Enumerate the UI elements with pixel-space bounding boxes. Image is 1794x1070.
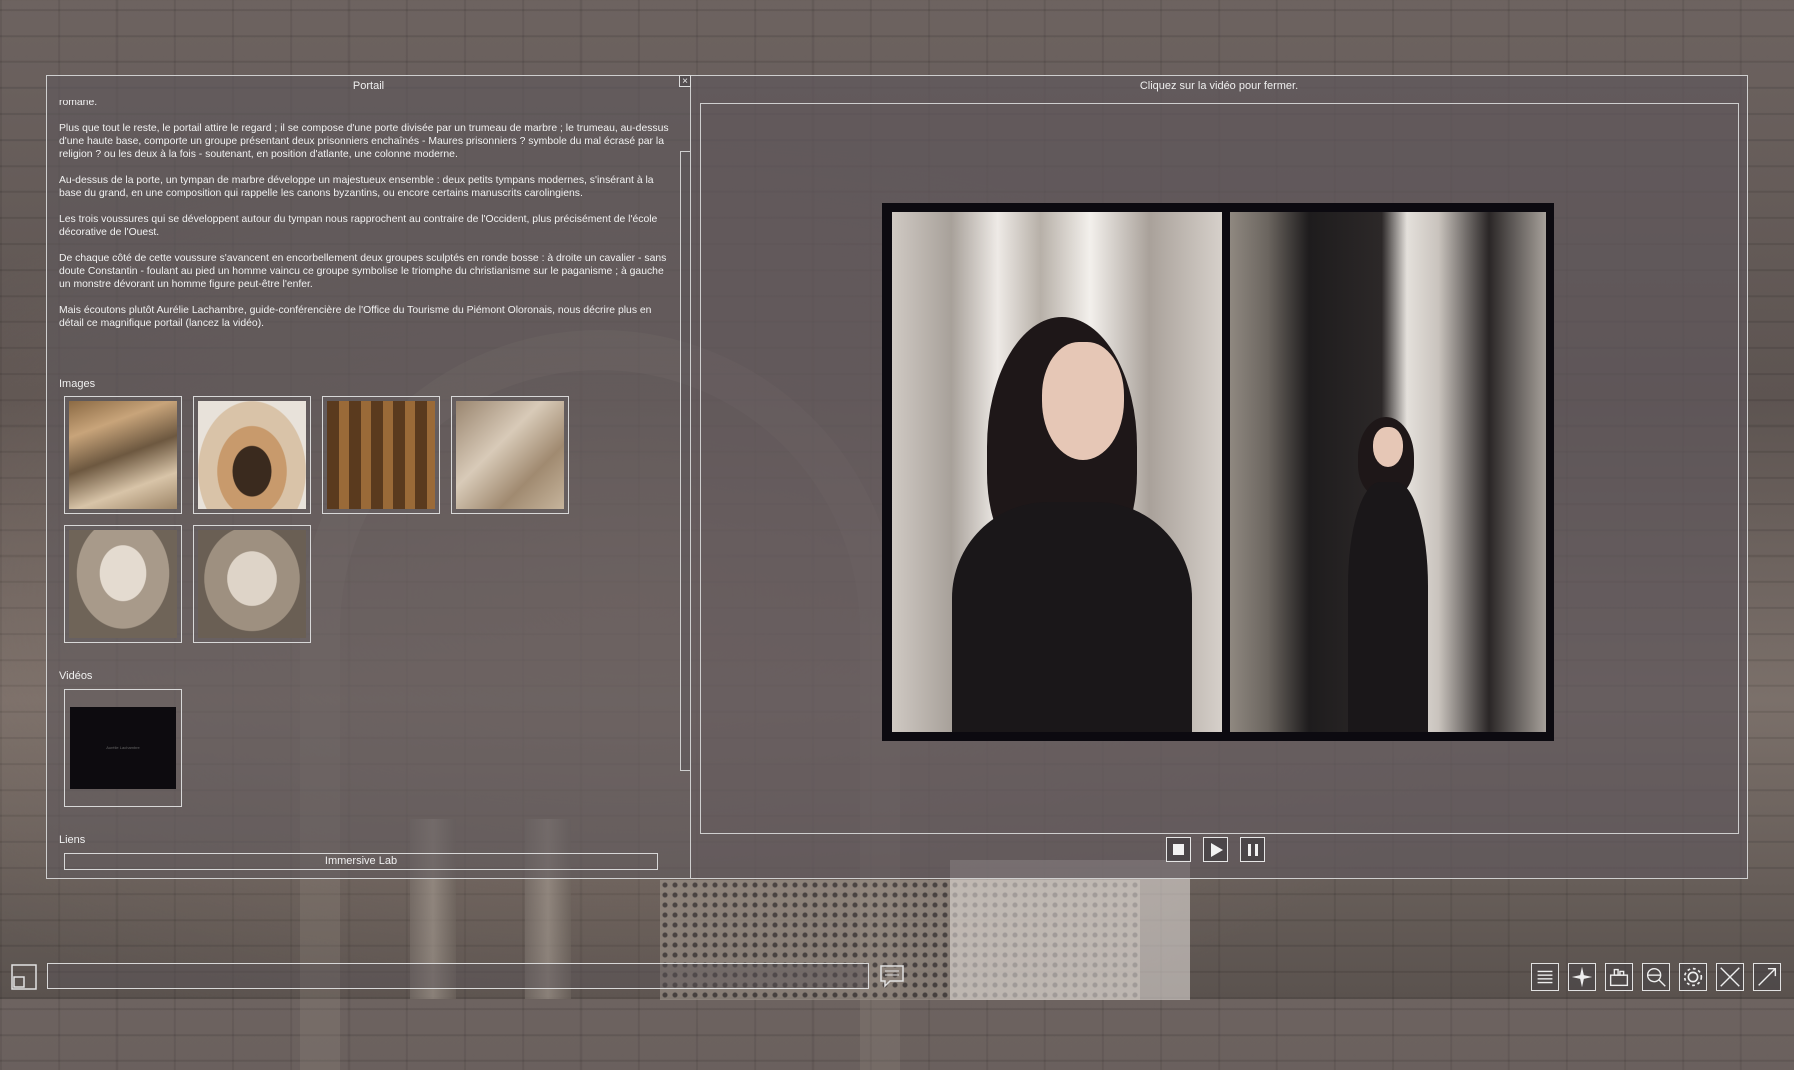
close-icon: × xyxy=(682,76,688,87)
prisoners-image xyxy=(198,530,306,638)
prisoners-image xyxy=(69,530,177,638)
images-label: Images xyxy=(59,378,96,390)
building-icon[interactable] xyxy=(1605,963,1633,991)
stop-button[interactable] xyxy=(1166,837,1191,862)
voussure-image xyxy=(456,401,564,509)
gear-icon[interactable] xyxy=(1679,963,1707,991)
paragraph: Mais écoutons plutôt Aurélie Lachambre, … xyxy=(59,305,652,329)
person-body xyxy=(952,502,1192,732)
command-input[interactable] xyxy=(47,963,869,989)
pause-icon xyxy=(1247,843,1258,856)
video-wide-view xyxy=(1230,212,1546,732)
chat-icon[interactable] xyxy=(878,963,906,989)
tympanum-image xyxy=(198,401,306,509)
image-thumbnail[interactable] xyxy=(64,525,182,643)
image-thumbnail[interactable] xyxy=(451,396,569,514)
video-frame[interactable] xyxy=(700,103,1739,834)
person-face xyxy=(1373,427,1403,467)
compass-icon[interactable] xyxy=(1568,963,1596,991)
description-text: romane. Plus que tout le reste, le porta… xyxy=(59,100,671,418)
sculpture-image xyxy=(69,401,177,509)
videos-label: Vidéos xyxy=(59,670,93,682)
window-toggle-icon[interactable] xyxy=(10,963,38,991)
paragraph: romane. xyxy=(59,100,98,108)
close-button[interactable]: × xyxy=(679,75,691,87)
link-immersive-lab[interactable]: Immersive Lab xyxy=(64,853,658,870)
frieze-image xyxy=(327,401,435,509)
collapse-icon[interactable] xyxy=(1716,963,1744,991)
panel-title: Portail xyxy=(352,80,385,92)
video-panel-title: Cliquez sur la vidéo pour fermer. xyxy=(1139,80,1299,92)
image-thumbnail[interactable] xyxy=(64,396,182,514)
scrollbar[interactable] xyxy=(680,151,690,771)
person-face xyxy=(1042,342,1124,460)
search-globe-icon[interactable] xyxy=(1642,963,1670,991)
video-player[interactable] xyxy=(882,203,1554,741)
paragraph: De chaque côté de cette voussure s'avanc… xyxy=(59,253,667,290)
info-panel: Portail × romane. Plus que tout le reste… xyxy=(46,75,691,879)
play-button[interactable] xyxy=(1203,837,1228,862)
background-light xyxy=(950,860,1190,1000)
paragraph: Les trois voussures qui se développent a… xyxy=(59,214,658,238)
video-closeup-view xyxy=(892,212,1222,732)
play-icon xyxy=(1211,842,1223,857)
links-label: Liens xyxy=(59,834,86,846)
paragraph: Plus que tout le reste, le portail attir… xyxy=(59,123,669,160)
pause-button[interactable] xyxy=(1240,837,1265,862)
video-preview: Aurélie Lachambre xyxy=(70,707,176,789)
person-body xyxy=(1348,482,1428,732)
image-thumbnail[interactable] xyxy=(193,396,311,514)
image-thumbnail[interactable] xyxy=(193,525,311,643)
image-thumbnail[interactable] xyxy=(322,396,440,514)
video-thumbnail[interactable]: Aurélie Lachambre xyxy=(64,689,182,807)
paragraph: Au-dessus de la porte, un tympan de marb… xyxy=(59,175,654,199)
list-icon[interactable] xyxy=(1531,963,1559,991)
video-caption: Aurélie Lachambre xyxy=(106,745,140,750)
stop-icon xyxy=(1173,844,1184,855)
expand-icon[interactable] xyxy=(1753,963,1781,991)
video-panel: Cliquez sur la vidéo pour fermer. xyxy=(691,75,1748,879)
